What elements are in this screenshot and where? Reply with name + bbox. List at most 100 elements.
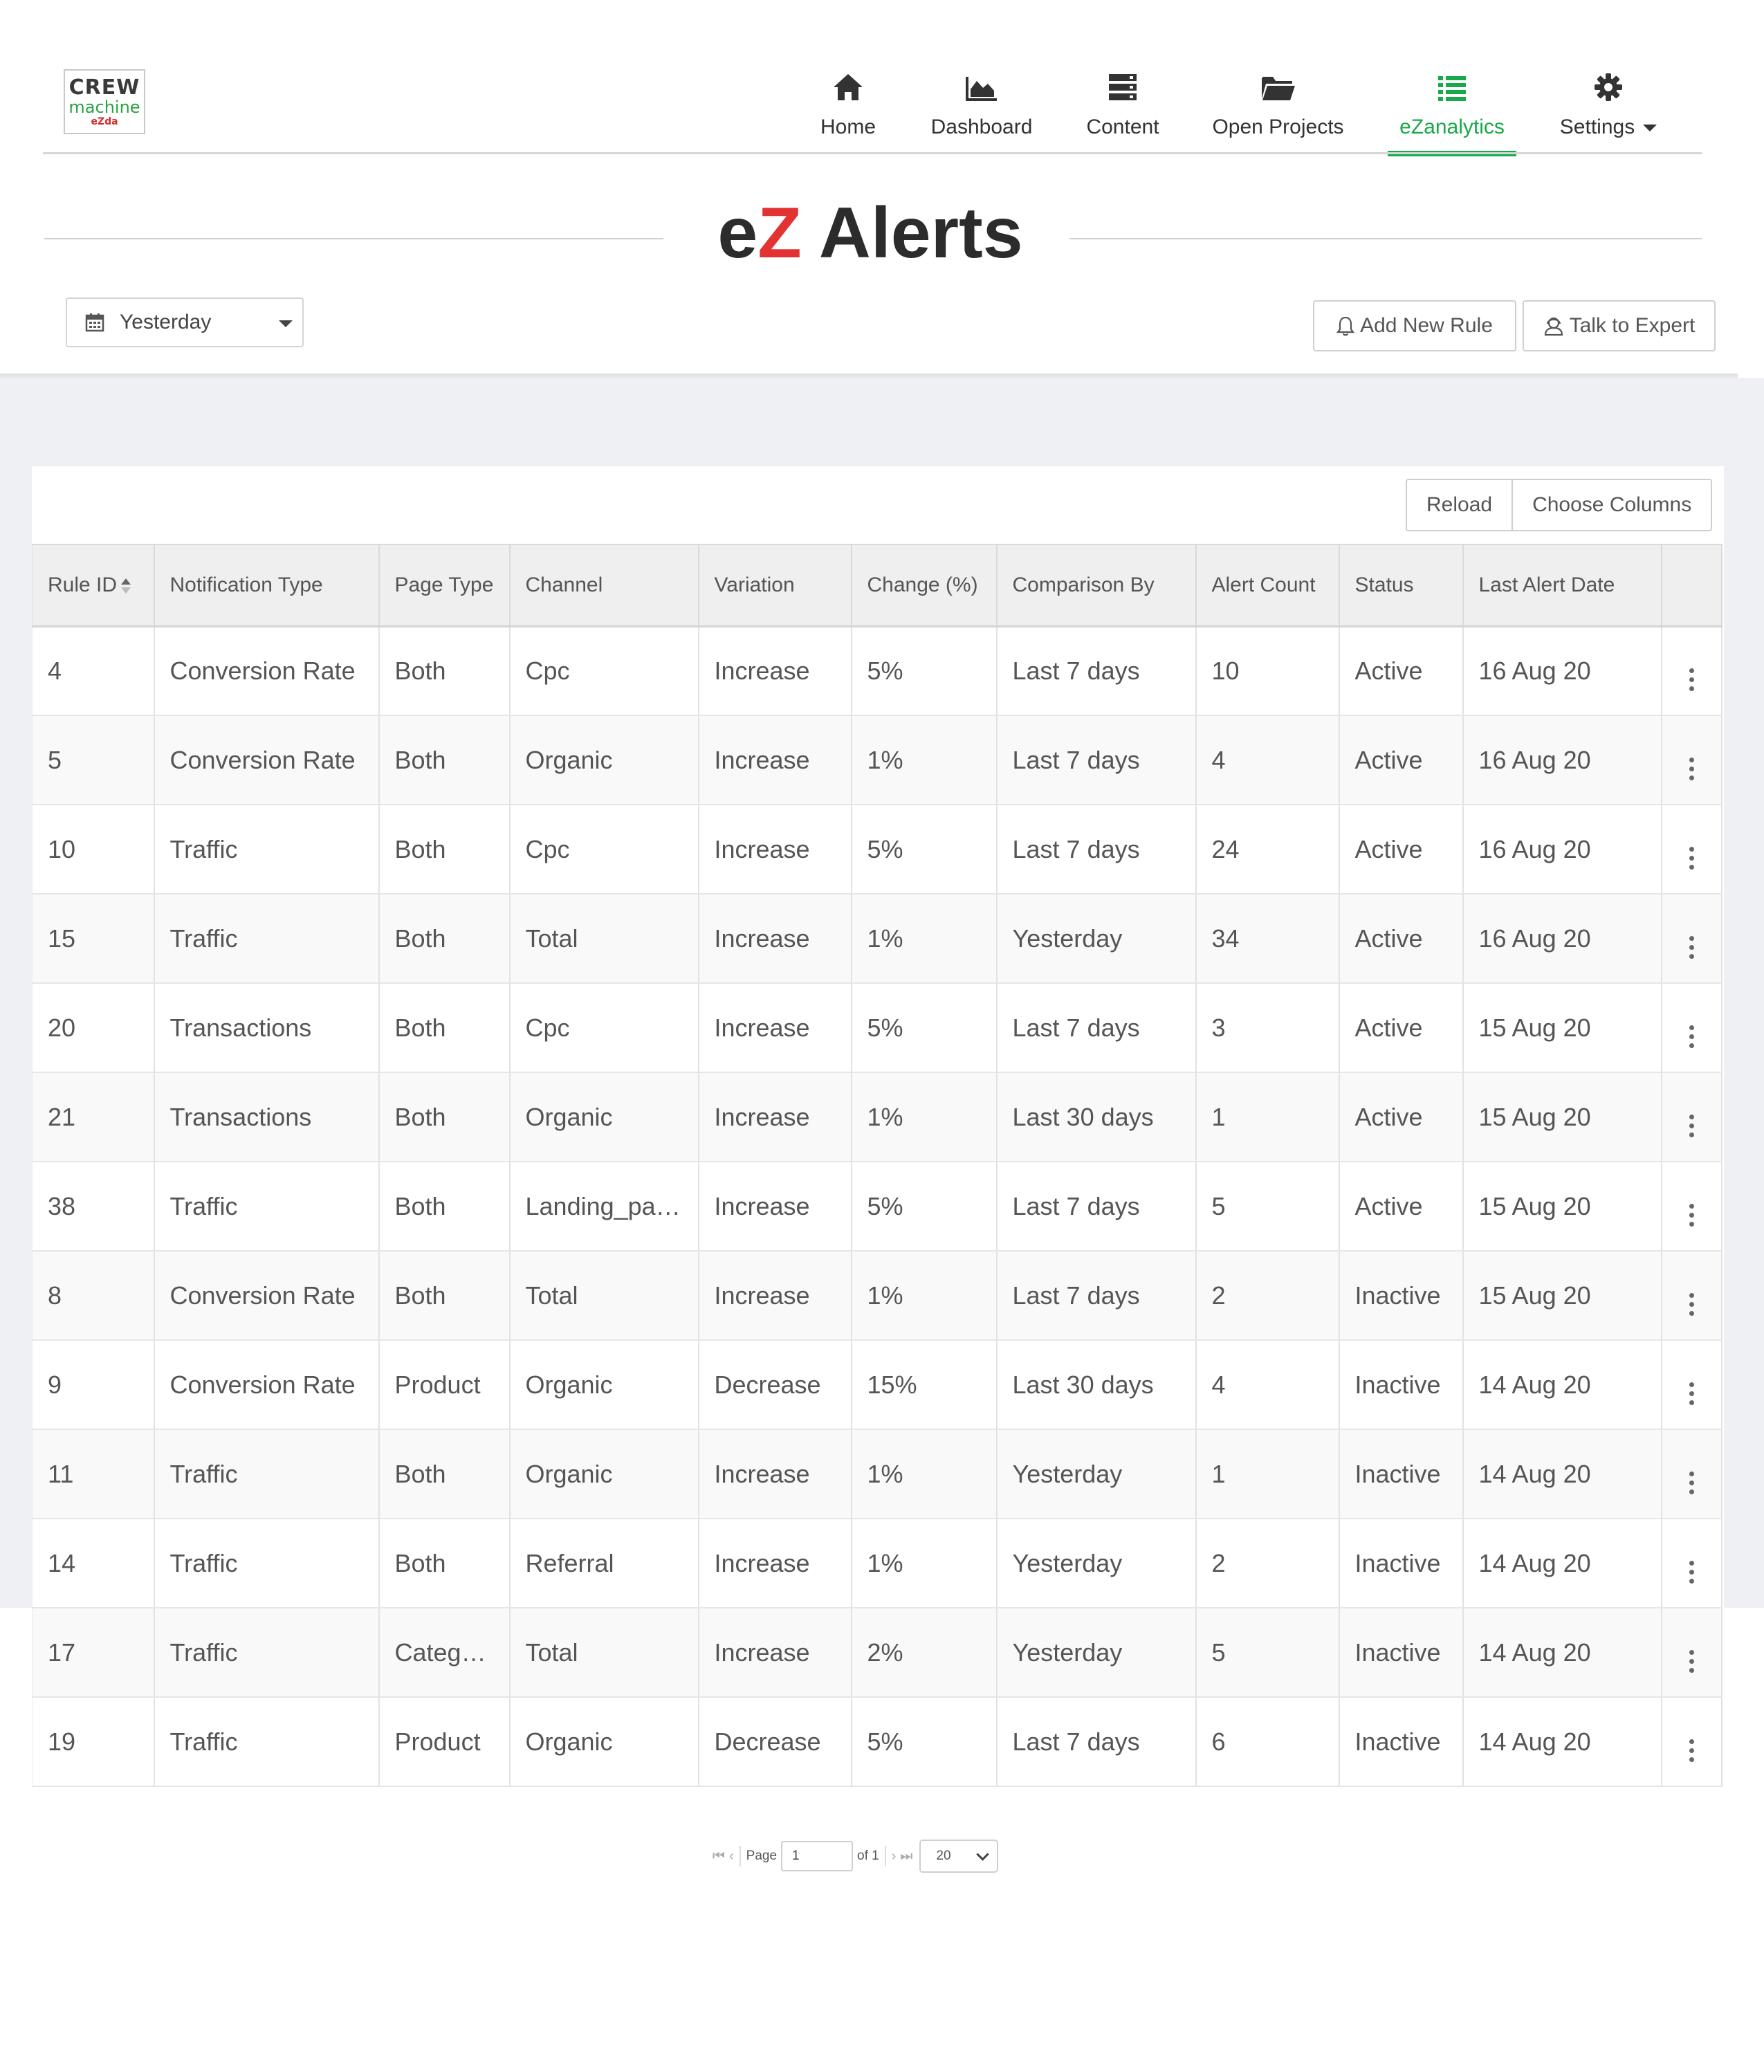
talk-to-expert-label: Talk to Expert [1569, 314, 1696, 337]
cell-status: Active [1338, 626, 1463, 716]
col-header-page-type[interactable]: Page Type [378, 544, 510, 627]
table-row[interactable]: 11 Traffic Both Organic Increase 1% Yesterday 1… [32, 1429, 1722, 1519]
nav-settings-label: Settings [1550, 116, 1667, 139]
col-header-rule-id[interactable]: Rule ID [32, 544, 154, 627]
cell-channel: Total [508, 1251, 699, 1341]
cell-notification-type: Transactions [153, 983, 379, 1073]
nav-home-label: Home [820, 116, 876, 138]
table-row[interactable]: 19 Traffic Product Organic Decrease 5% Last 7 … [32, 1697, 1722, 1787]
cell-page-type: Both [378, 1162, 510, 1252]
cell-variation: Increase [697, 1429, 852, 1519]
table-row[interactable]: 9 Conversion Rate Product Organic Decrease 15… [32, 1340, 1722, 1430]
more-options-icon[interactable] [1689, 668, 1694, 692]
gear-icon [1595, 73, 1622, 101]
more-options-icon[interactable] [1689, 1739, 1694, 1762]
col-header-notification-type[interactable]: Notification Type [153, 544, 379, 627]
nav-open-projects[interactable]: Open Projects [1207, 66, 1349, 152]
table-row[interactable]: 17 Traffic Category Total Increase 2% Yesterda… [32, 1608, 1722, 1698]
date-range-value: Yesterday [120, 311, 212, 333]
talk-to-expert-button[interactable]: Talk to Expert [1523, 300, 1716, 351]
table-row[interactable]: 15 Traffic Both Total Increase 1% Yesterday 34 A… [32, 894, 1722, 984]
more-options-icon[interactable] [1689, 936, 1694, 959]
add-new-rule-button[interactable]: Add New Rule [1313, 300, 1516, 351]
table-toolbar: Reload Choose Columns [1406, 479, 1713, 531]
more-options-icon[interactable] [1689, 1382, 1694, 1405]
area-chart-icon [966, 77, 997, 101]
next-page-icon[interactable]: › [892, 1849, 897, 1864]
cell-variation: Increase [697, 1608, 852, 1698]
page-number-input[interactable] [781, 1841, 854, 1871]
title-text: Alerts [801, 193, 1023, 273]
cell-alert-count: 34 [1195, 894, 1339, 984]
reload-button[interactable]: Reload [1407, 480, 1512, 530]
more-options-icon[interactable] [1689, 1204, 1694, 1227]
cell-page-type: Both [378, 1519, 510, 1608]
row-actions-cell [1660, 1162, 1722, 1252]
cell-comparison-by: Last 7 days [995, 1162, 1196, 1252]
nav-ezanalytics[interactable]: eZanalytics [1388, 66, 1516, 156]
nav-dashboard[interactable]: Dashboard [926, 66, 1038, 152]
table-row[interactable]: 20 Transactions Both Cpc Increase 5% Last 7 da… [32, 983, 1722, 1073]
choose-columns-button[interactable]: Choose Columns [1512, 480, 1711, 530]
more-options-icon[interactable] [1689, 847, 1694, 870]
col-header-change[interactable]: Change (%) [850, 544, 997, 627]
nav-settings[interactable]: Settings [1550, 66, 1667, 152]
title-e: e [717, 193, 758, 273]
cell-rule-id: 8 [32, 1251, 154, 1341]
table-row[interactable]: 38 Traffic Both Landing_page Increase 5% Last … [32, 1162, 1722, 1252]
first-page-icon[interactable]: ⏮ [713, 1849, 725, 1864]
nav-content[interactable]: Content [1082, 66, 1164, 152]
col-header-actions [1660, 544, 1722, 627]
cell-comparison-by: Last 7 days [995, 715, 1196, 805]
cell-status: Inactive [1338, 1608, 1463, 1698]
cell-status: Active [1338, 1072, 1463, 1162]
cell-variation: Increase [697, 1072, 852, 1162]
col-header-alert-count[interactable]: Alert Count [1195, 544, 1339, 627]
list-icon [1438, 76, 1466, 101]
table-row[interactable]: 21 Transactions Both Organic Increase 1% Last … [32, 1072, 1722, 1162]
more-options-icon[interactable] [1689, 1115, 1694, 1137]
last-page-icon[interactable]: ⏭ [900, 1849, 912, 1864]
table-row[interactable]: 8 Conversion Rate Both Total Increase 1% Last … [32, 1251, 1722, 1341]
sort-icon [121, 578, 131, 594]
col-header-status[interactable]: Status [1338, 544, 1463, 627]
col-header-variation[interactable]: Variation [697, 544, 852, 627]
cell-last-alert-date: 16 Aug 20 [1462, 715, 1662, 805]
row-actions-cell [1660, 1340, 1722, 1430]
title-divider-left [44, 238, 663, 239]
table-row[interactable]: 10 Traffic Both Cpc Increase 5% Last 7 days 24 A… [32, 805, 1722, 895]
table-row[interactable]: 14 Traffic Both Referral Increase 1% Yesterday… [32, 1519, 1722, 1608]
row-actions-cell [1660, 1697, 1722, 1787]
date-range-select[interactable]: Yesterday [66, 297, 304, 347]
cell-page-type: Both [378, 894, 510, 984]
col-header-last-alert-date[interactable]: Last Alert Date [1462, 544, 1662, 627]
more-options-icon[interactable] [1689, 758, 1694, 780]
cell-comparison-by: Last 30 days [995, 1072, 1196, 1162]
col-header-comparison-by[interactable]: Comparison By [995, 544, 1196, 627]
page-title: eZ Alerts [663, 188, 1078, 278]
more-options-icon[interactable] [1689, 1293, 1694, 1316]
col-header-channel[interactable]: Channel [508, 544, 699, 627]
cell-notification-type: Traffic [153, 1697, 379, 1787]
cell-change: 5% [850, 626, 997, 716]
cell-alert-count: 5 [1195, 1608, 1339, 1698]
more-options-icon[interactable] [1689, 1025, 1694, 1048]
table-row[interactable]: 5 Conversion Rate Both Organic Increase 1% Las… [32, 715, 1722, 805]
row-actions-cell [1660, 805, 1722, 895]
more-options-icon[interactable] [1689, 1561, 1694, 1584]
nav-settings-text: Settings [1559, 116, 1635, 138]
prev-page-icon[interactable]: ‹ [729, 1849, 734, 1864]
cell-channel: Cpc [508, 805, 699, 895]
server-icon [1109, 74, 1137, 100]
more-options-icon[interactable] [1689, 1472, 1694, 1494]
cell-alert-count: 5 [1195, 1162, 1339, 1252]
cell-change: 1% [850, 1251, 997, 1341]
cell-last-alert-date: 15 Aug 20 [1462, 1162, 1662, 1252]
more-options-icon[interactable] [1689, 1650, 1694, 1673]
page-size-select[interactable]: 20 [919, 1840, 999, 1873]
nav-home[interactable]: Home [816, 66, 880, 152]
chevron-down-icon [976, 1847, 990, 1861]
cell-comparison-by: Yesterday [995, 1519, 1196, 1608]
cell-status: Active [1338, 983, 1463, 1073]
table-row[interactable]: 4 Conversion Rate Both Cpc Increase 5% Last 7 … [32, 626, 1722, 716]
